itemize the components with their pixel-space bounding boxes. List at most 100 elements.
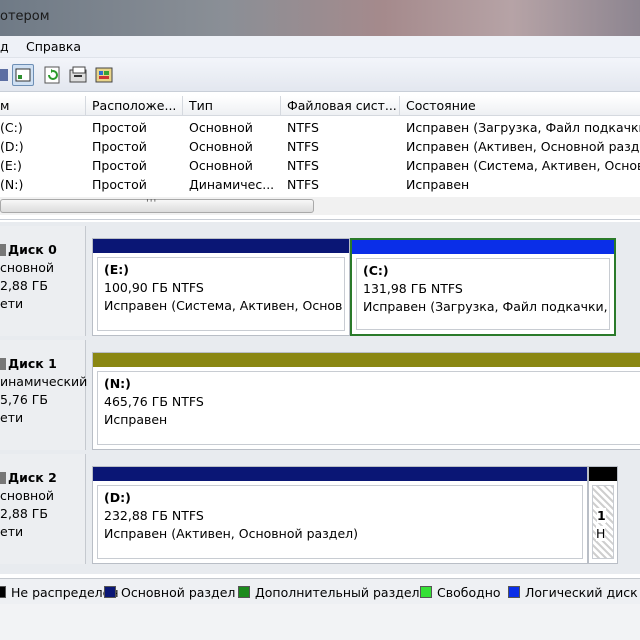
legend-swatch	[508, 586, 520, 598]
refresh-icon	[44, 66, 60, 84]
partition-size: Н	[596, 526, 606, 541]
type-cell: Динамичес...	[189, 177, 275, 192]
partition[interactable]: (D:) 232,88 ГБ NTFS Исправен (Активен, О…	[92, 466, 588, 564]
partition-selected[interactable]: (C:) 131,98 ГБ NTFS Исправен (Загрузка, …	[350, 238, 616, 336]
filesystem-cell: NTFS	[287, 158, 319, 173]
legend-swatch	[238, 586, 250, 598]
disk-status: ети	[0, 410, 24, 425]
disk-type: сновной	[0, 488, 55, 503]
legend-swatch	[420, 586, 432, 598]
partition-label: (C:)	[363, 263, 389, 278]
table-row[interactable]: (N:) Простой Динамичес... NTFS Исправен	[0, 175, 640, 194]
partition-size: 232,88 ГБ NTFS	[104, 508, 204, 523]
partition-status: Исправен	[104, 412, 168, 427]
toolbar-partial-button[interactable]	[0, 64, 12, 86]
menu-item-action[interactable]: д	[0, 39, 9, 54]
layout-cell: Простой	[92, 139, 147, 154]
legend-item: Основной раздел	[104, 585, 235, 600]
filesystem-cell: NTFS	[287, 139, 319, 154]
type-cell: Основной	[189, 120, 253, 135]
disk-icon	[0, 358, 6, 370]
disk-map: Диск 0 сновной 2,88 ГБ ети (E:) 100,90 Г…	[0, 222, 640, 574]
column-header-filesystem[interactable]: Файловая сист...	[281, 96, 400, 116]
disk-size: 2,88 ГБ	[0, 278, 49, 293]
disk-info[interactable]: Диск 0 сновной 2,88 ГБ ети	[0, 226, 86, 336]
partition-body: (E:) 100,90 ГБ NTFS Исправен (Система, А…	[97, 257, 345, 331]
disk-type: инамический	[0, 374, 88, 389]
volume-cell: (E:)	[0, 158, 22, 173]
disk-status: ети	[0, 296, 24, 311]
list-view-icon	[15, 68, 31, 82]
legend-item: Не распределен	[0, 585, 119, 600]
legend-swatch	[104, 586, 116, 598]
horizontal-scrollbar[interactable]: '''	[0, 197, 640, 215]
disk-icon	[0, 472, 6, 484]
help-icon	[95, 67, 113, 83]
partition-label: (E:)	[104, 262, 129, 277]
partition-status: Исправен (Активен, Основной раздел)	[104, 526, 359, 541]
window-title: отером	[0, 9, 50, 24]
title-bar: отером	[0, 0, 640, 36]
legend-swatch	[0, 586, 6, 598]
volume-cell: (C:)	[0, 120, 23, 135]
legend-item: Логический диск	[508, 585, 638, 600]
partition-body: 1 Н	[592, 485, 614, 559]
column-header-volume[interactable]: м	[0, 96, 86, 116]
filesystem-cell: NTFS	[287, 177, 319, 192]
partition-size: 131,98 ГБ NTFS	[363, 281, 463, 296]
type-cell: Основной	[189, 158, 253, 173]
partition-unallocated[interactable]: 1 Н	[588, 466, 618, 564]
disk-size: 5,76 ГБ	[0, 392, 49, 407]
layout-cell: Простой	[92, 158, 147, 173]
column-header-type[interactable]: Тип	[183, 96, 281, 116]
properties-icon	[69, 66, 87, 83]
disk-info[interactable]: Диск 2 сновной 2,88 ГБ ети	[0, 454, 86, 564]
legend: Не распределен Основной раздел Дополните…	[0, 578, 640, 604]
disk-1: Диск 1 инамический 5,76 ГБ ети (N:) 465,…	[0, 340, 640, 450]
column-header-status[interactable]: Состояние	[400, 96, 640, 116]
disk-name: Диск 2	[0, 470, 57, 485]
partition-bar	[93, 239, 349, 253]
status-area	[0, 604, 640, 640]
disk-type: сновной	[0, 260, 55, 275]
partition-status: Исправен (Система, Активен, Основной	[104, 298, 342, 313]
refresh-button[interactable]	[42, 64, 64, 86]
show-list-button[interactable]	[12, 64, 34, 86]
scrollbar-grip: '''	[146, 198, 158, 209]
column-header-layout[interactable]: Расположе...	[86, 96, 183, 116]
disk-info[interactable]: Диск 1 инамический 5,76 ГБ ети	[0, 340, 88, 450]
table-row[interactable]: (C:) Простой Основной NTFS Исправен (Заг…	[0, 118, 640, 137]
help-button[interactable]	[94, 64, 116, 86]
volume-cell: (D:)	[0, 139, 24, 154]
partition-body: (D:) 232,88 ГБ NTFS Исправен (Активен, О…	[97, 485, 583, 559]
status-cell: Исправен (Загрузка, Файл подкачки,	[406, 120, 640, 135]
partition-bar	[93, 467, 587, 481]
disk-name: Диск 1	[0, 356, 57, 371]
partition[interactable]: (E:) 100,90 ГБ NTFS Исправен (Система, А…	[92, 238, 350, 336]
legend-item: Свободно	[420, 585, 501, 600]
layout-cell: Простой	[92, 177, 147, 192]
table-row[interactable]: (D:) Простой Основной NTFS Исправен (Акт…	[0, 137, 640, 156]
menu-item-help[interactable]: Справка	[26, 39, 81, 54]
disk-icon	[0, 244, 6, 256]
status-cell: Исправен (Активен, Основной разде	[406, 139, 640, 154]
disk-size: 2,88 ГБ	[0, 506, 49, 521]
volume-cell: (N:)	[0, 177, 24, 192]
table-row[interactable]: (E:) Простой Основной NTFS Исправен (Сис…	[0, 156, 640, 175]
disk-name: Диск 0	[0, 242, 57, 257]
type-cell: Основной	[189, 139, 253, 154]
status-cell: Исправен	[406, 177, 470, 192]
partition-label: (D:)	[104, 490, 131, 505]
partition-size: 465,76 ГБ NTFS	[104, 394, 204, 409]
legend-item: Дополнительный раздел	[238, 585, 420, 600]
partition[interactable]: (N:) 465,76 ГБ NTFS Исправен	[92, 352, 640, 450]
scrollbar-thumb[interactable]: '''	[0, 198, 314, 213]
partition-label: (N:)	[104, 376, 131, 391]
partition-body: (C:) 131,98 ГБ NTFS Исправен (Загрузка, …	[356, 258, 610, 330]
filesystem-cell: NTFS	[287, 120, 319, 135]
properties-button[interactable]	[68, 64, 90, 86]
partition-status: Исправен (Загрузка, Файл подкачки, А	[363, 299, 607, 314]
disk-0: Диск 0 сновной 2,88 ГБ ети (E:) 100,90 Г…	[0, 226, 640, 336]
disk-2: Диск 2 сновной 2,88 ГБ ети (D:) 232,88 Г…	[0, 454, 640, 564]
volume-list: м Расположе... Тип Файловая сист... Сост…	[0, 94, 640, 220]
